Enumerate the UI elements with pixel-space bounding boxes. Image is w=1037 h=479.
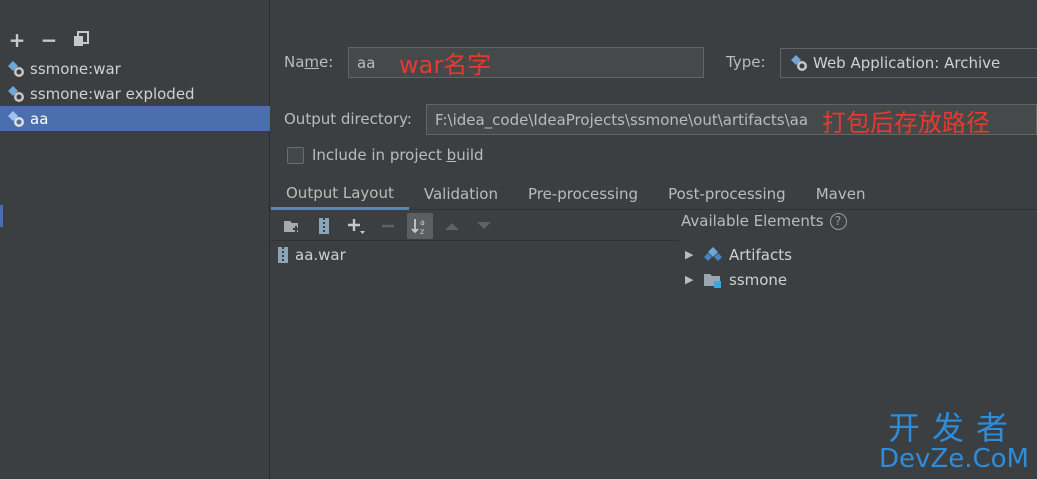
artifact-label: ssmone:war xyxy=(30,59,121,78)
help-icon[interactable]: ? xyxy=(829,212,847,230)
add-artifact-button[interactable]: + xyxy=(8,30,26,50)
sort-az-icon[interactable]: az xyxy=(407,212,433,239)
include-in-build-option[interactable]: Include in project build xyxy=(287,146,484,164)
available-item-ssmone[interactable]: ▶ ssmone xyxy=(681,267,792,292)
output-directory-value: F:\idea_code\IdeaProjects\ssmone\out\art… xyxy=(435,110,809,129)
layout-toolbar: az xyxy=(271,211,679,241)
available-item-artifacts[interactable]: ▶ Artifacts xyxy=(681,242,792,267)
artifact-list: ssmone:war ssmone:war exploded aa xyxy=(0,56,270,131)
output-directory-label: Output directory: xyxy=(284,110,412,128)
web-artifact-icon xyxy=(791,55,807,71)
artifact-item-ssmone-war[interactable]: ssmone:war xyxy=(0,56,270,81)
artifacts-icon xyxy=(704,246,722,261)
settings-tabs: Output Layout Validation Pre-processing … xyxy=(271,178,1037,210)
expand-arrow-icon[interactable]: ▶ xyxy=(685,273,697,286)
artifact-item-aa[interactable]: aa xyxy=(0,106,270,131)
tab-validation[interactable]: Validation xyxy=(409,178,513,210)
artifact-label: ssmone:war exploded xyxy=(30,84,195,103)
tab-pre-processing[interactable]: Pre-processing xyxy=(513,178,653,210)
copy-icon[interactable] xyxy=(72,30,90,50)
name-annotation: war名字 xyxy=(399,51,492,79)
watermark: 开发者 DevZe.CoM xyxy=(879,411,1029,473)
expand-arrow-icon[interactable]: ▶ xyxy=(685,248,697,261)
artifact-settings: Name: aa war名字 Type: Web Application: Ar… xyxy=(271,0,1037,479)
panel-edge-marker xyxy=(0,205,3,227)
remove-element-icon[interactable] xyxy=(375,213,401,239)
move-down-icon[interactable] xyxy=(471,213,497,239)
output-annotation: 打包后存放路径 xyxy=(822,109,990,137)
type-label: Type: xyxy=(726,53,766,71)
svg-text:a: a xyxy=(420,218,425,227)
watermark-line2: DevZe.CoM xyxy=(879,444,1029,474)
available-item-label: ssmone xyxy=(729,270,788,289)
module-folder-icon xyxy=(704,273,721,288)
web-artifact-icon xyxy=(8,60,24,77)
artifacts-panel: + − ssmone:war ssmone:war exploded aa xyxy=(0,0,270,479)
artifact-label: aa xyxy=(30,109,49,128)
include-in-build-label: Include in project build xyxy=(312,146,484,164)
available-elements-header: Available Elements ? xyxy=(681,212,847,230)
artifacts-toolbar: + − xyxy=(8,28,90,52)
artifact-item-ssmone-war-exploded[interactable]: ssmone:war exploded xyxy=(0,81,270,106)
archive-icon[interactable] xyxy=(311,213,337,239)
add-element-icon[interactable] xyxy=(343,213,369,239)
type-select[interactable]: Web Application: Archive xyxy=(780,48,1037,78)
type-value: Web Application: Archive xyxy=(813,54,1001,72)
available-elements-tree: ▶ Artifacts ▶ ssmone xyxy=(681,242,792,292)
name-label: Name: xyxy=(284,53,334,71)
tab-maven[interactable]: Maven xyxy=(801,178,881,210)
new-folder-icon[interactable] xyxy=(279,213,305,239)
web-artifact-icon xyxy=(8,85,24,102)
tab-output-layout[interactable]: Output Layout xyxy=(271,178,409,210)
svg-text:z: z xyxy=(420,227,424,236)
tab-post-processing[interactable]: Post-processing xyxy=(653,178,801,210)
move-up-icon[interactable] xyxy=(439,213,465,239)
watermark-line1: 开发者 xyxy=(888,409,1021,447)
tree-item-aa-war[interactable]: aa.war xyxy=(271,242,679,267)
available-item-label: Artifacts xyxy=(729,245,792,264)
web-artifact-icon xyxy=(8,110,24,127)
tree-item-label: aa.war xyxy=(295,245,346,264)
available-elements-title: Available Elements xyxy=(681,212,824,230)
remove-artifact-button[interactable]: − xyxy=(40,30,58,50)
include-in-build-checkbox[interactable] xyxy=(287,146,304,164)
output-layout-tree: aa.war xyxy=(271,242,679,267)
war-archive-icon xyxy=(278,246,288,263)
